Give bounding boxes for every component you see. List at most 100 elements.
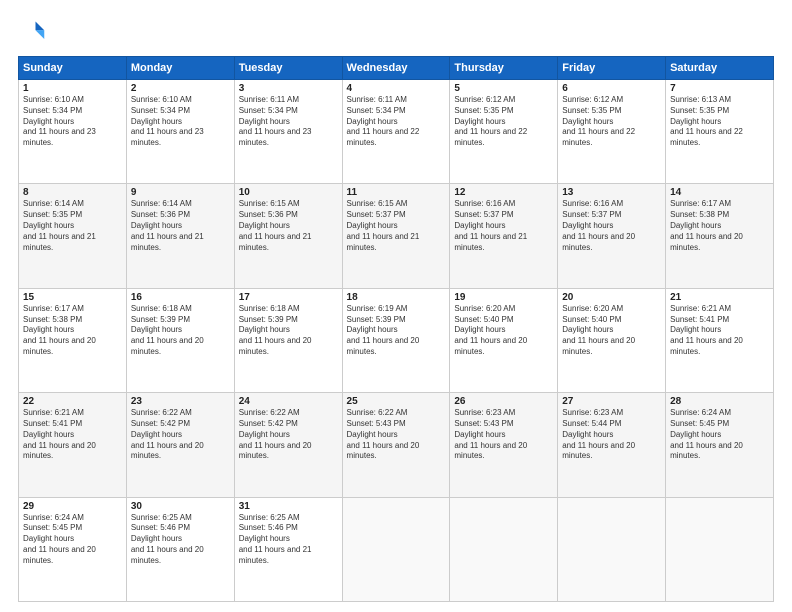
calendar-cell: 29Sunrise: 6:24 AMSunset: 5:45 PMDayligh… bbox=[19, 497, 127, 601]
calendar-cell: 16Sunrise: 6:18 AMSunset: 5:39 PMDayligh… bbox=[126, 288, 234, 392]
day-number: 24 bbox=[239, 396, 338, 407]
day-info: Sunrise: 6:18 AMSunset: 5:39 PMDaylight … bbox=[131, 304, 230, 358]
day-info: Sunrise: 6:12 AMSunset: 5:35 PMDaylight … bbox=[454, 95, 553, 149]
day-number: 13 bbox=[562, 187, 661, 198]
day-info: Sunrise: 6:25 AMSunset: 5:46 PMDaylight … bbox=[239, 513, 338, 567]
day-number: 25 bbox=[347, 396, 446, 407]
page: SundayMondayTuesdayWednesdayThursdayFrid… bbox=[0, 0, 792, 612]
calendar-cell: 22Sunrise: 6:21 AMSunset: 5:41 PMDayligh… bbox=[19, 393, 127, 497]
calendar-cell: 10Sunrise: 6:15 AMSunset: 5:36 PMDayligh… bbox=[234, 184, 342, 288]
day-info: Sunrise: 6:11 AMSunset: 5:34 PMDaylight … bbox=[239, 95, 338, 149]
day-info: Sunrise: 6:20 AMSunset: 5:40 PMDaylight … bbox=[454, 304, 553, 358]
day-number: 31 bbox=[239, 501, 338, 512]
calendar-cell: 2Sunrise: 6:10 AMSunset: 5:34 PMDaylight… bbox=[126, 80, 234, 184]
calendar-cell: 26Sunrise: 6:23 AMSunset: 5:43 PMDayligh… bbox=[450, 393, 558, 497]
calendar-cell: 25Sunrise: 6:22 AMSunset: 5:43 PMDayligh… bbox=[342, 393, 450, 497]
day-number: 16 bbox=[131, 292, 230, 303]
day-info: Sunrise: 6:24 AMSunset: 5:45 PMDaylight … bbox=[670, 408, 769, 462]
day-number: 27 bbox=[562, 396, 661, 407]
calendar-cell: 17Sunrise: 6:18 AMSunset: 5:39 PMDayligh… bbox=[234, 288, 342, 392]
day-number: 26 bbox=[454, 396, 553, 407]
day-number: 9 bbox=[131, 187, 230, 198]
calendar-cell: 3Sunrise: 6:11 AMSunset: 5:34 PMDaylight… bbox=[234, 80, 342, 184]
day-number: 20 bbox=[562, 292, 661, 303]
day-number: 23 bbox=[131, 396, 230, 407]
calendar-cell: 31Sunrise: 6:25 AMSunset: 5:46 PMDayligh… bbox=[234, 497, 342, 601]
day-info: Sunrise: 6:14 AMSunset: 5:35 PMDaylight … bbox=[23, 199, 122, 253]
day-info: Sunrise: 6:11 AMSunset: 5:34 PMDaylight … bbox=[347, 95, 446, 149]
day-info: Sunrise: 6:15 AMSunset: 5:37 PMDaylight … bbox=[347, 199, 446, 253]
day-info: Sunrise: 6:23 AMSunset: 5:43 PMDaylight … bbox=[454, 408, 553, 462]
calendar-week-row: 1Sunrise: 6:10 AMSunset: 5:34 PMDaylight… bbox=[19, 80, 774, 184]
calendar-cell: 4Sunrise: 6:11 AMSunset: 5:34 PMDaylight… bbox=[342, 80, 450, 184]
day-number: 29 bbox=[23, 501, 122, 512]
calendar-cell: 9Sunrise: 6:14 AMSunset: 5:36 PMDaylight… bbox=[126, 184, 234, 288]
day-number: 5 bbox=[454, 83, 553, 94]
day-info: Sunrise: 6:20 AMSunset: 5:40 PMDaylight … bbox=[562, 304, 661, 358]
calendar-cell: 1Sunrise: 6:10 AMSunset: 5:34 PMDaylight… bbox=[19, 80, 127, 184]
calendar-cell: 27Sunrise: 6:23 AMSunset: 5:44 PMDayligh… bbox=[558, 393, 666, 497]
day-info: Sunrise: 6:10 AMSunset: 5:34 PMDaylight … bbox=[131, 95, 230, 149]
day-info: Sunrise: 6:21 AMSunset: 5:41 PMDaylight … bbox=[670, 304, 769, 358]
day-number: 17 bbox=[239, 292, 338, 303]
calendar-cell: 7Sunrise: 6:13 AMSunset: 5:35 PMDaylight… bbox=[666, 80, 774, 184]
calendar-cell: 21Sunrise: 6:21 AMSunset: 5:41 PMDayligh… bbox=[666, 288, 774, 392]
day-info: Sunrise: 6:17 AMSunset: 5:38 PMDaylight … bbox=[670, 199, 769, 253]
calendar-cell: 6Sunrise: 6:12 AMSunset: 5:35 PMDaylight… bbox=[558, 80, 666, 184]
weekday-header: Sunday bbox=[19, 57, 127, 80]
calendar-cell: 14Sunrise: 6:17 AMSunset: 5:38 PMDayligh… bbox=[666, 184, 774, 288]
day-info: Sunrise: 6:16 AMSunset: 5:37 PMDaylight … bbox=[454, 199, 553, 253]
calendar-cell: 8Sunrise: 6:14 AMSunset: 5:35 PMDaylight… bbox=[19, 184, 127, 288]
day-info: Sunrise: 6:14 AMSunset: 5:36 PMDaylight … bbox=[131, 199, 230, 253]
calendar-cell: 15Sunrise: 6:17 AMSunset: 5:38 PMDayligh… bbox=[19, 288, 127, 392]
day-info: Sunrise: 6:18 AMSunset: 5:39 PMDaylight … bbox=[239, 304, 338, 358]
day-info: Sunrise: 6:19 AMSunset: 5:39 PMDaylight … bbox=[347, 304, 446, 358]
calendar-cell: 13Sunrise: 6:16 AMSunset: 5:37 PMDayligh… bbox=[558, 184, 666, 288]
calendar-cell: 30Sunrise: 6:25 AMSunset: 5:46 PMDayligh… bbox=[126, 497, 234, 601]
day-info: Sunrise: 6:22 AMSunset: 5:43 PMDaylight … bbox=[347, 408, 446, 462]
calendar-cell: 23Sunrise: 6:22 AMSunset: 5:42 PMDayligh… bbox=[126, 393, 234, 497]
day-number: 6 bbox=[562, 83, 661, 94]
day-info: Sunrise: 6:15 AMSunset: 5:36 PMDaylight … bbox=[239, 199, 338, 253]
day-number: 14 bbox=[670, 187, 769, 198]
calendar-cell: 12Sunrise: 6:16 AMSunset: 5:37 PMDayligh… bbox=[450, 184, 558, 288]
day-number: 28 bbox=[670, 396, 769, 407]
header bbox=[18, 18, 774, 46]
calendar-week-row: 22Sunrise: 6:21 AMSunset: 5:41 PMDayligh… bbox=[19, 393, 774, 497]
day-number: 22 bbox=[23, 396, 122, 407]
calendar-cell: 20Sunrise: 6:20 AMSunset: 5:40 PMDayligh… bbox=[558, 288, 666, 392]
day-info: Sunrise: 6:17 AMSunset: 5:38 PMDaylight … bbox=[23, 304, 122, 358]
day-info: Sunrise: 6:10 AMSunset: 5:34 PMDaylight … bbox=[23, 95, 122, 149]
weekday-header: Wednesday bbox=[342, 57, 450, 80]
calendar-header-row: SundayMondayTuesdayWednesdayThursdayFrid… bbox=[19, 57, 774, 80]
day-number: 3 bbox=[239, 83, 338, 94]
calendar-table: SundayMondayTuesdayWednesdayThursdayFrid… bbox=[18, 56, 774, 602]
day-info: Sunrise: 6:21 AMSunset: 5:41 PMDaylight … bbox=[23, 408, 122, 462]
day-info: Sunrise: 6:22 AMSunset: 5:42 PMDaylight … bbox=[239, 408, 338, 462]
day-number: 21 bbox=[670, 292, 769, 303]
weekday-header: Thursday bbox=[450, 57, 558, 80]
calendar-week-row: 29Sunrise: 6:24 AMSunset: 5:45 PMDayligh… bbox=[19, 497, 774, 601]
calendar-cell: 18Sunrise: 6:19 AMSunset: 5:39 PMDayligh… bbox=[342, 288, 450, 392]
day-info: Sunrise: 6:24 AMSunset: 5:45 PMDaylight … bbox=[23, 513, 122, 567]
day-info: Sunrise: 6:16 AMSunset: 5:37 PMDaylight … bbox=[562, 199, 661, 253]
calendar-cell: 24Sunrise: 6:22 AMSunset: 5:42 PMDayligh… bbox=[234, 393, 342, 497]
calendar-cell bbox=[558, 497, 666, 601]
day-number: 1 bbox=[23, 83, 122, 94]
day-number: 4 bbox=[347, 83, 446, 94]
day-number: 19 bbox=[454, 292, 553, 303]
day-number: 12 bbox=[454, 187, 553, 198]
day-info: Sunrise: 6:22 AMSunset: 5:42 PMDaylight … bbox=[131, 408, 230, 462]
weekday-header: Tuesday bbox=[234, 57, 342, 80]
day-info: Sunrise: 6:23 AMSunset: 5:44 PMDaylight … bbox=[562, 408, 661, 462]
day-number: 10 bbox=[239, 187, 338, 198]
day-number: 15 bbox=[23, 292, 122, 303]
day-info: Sunrise: 6:13 AMSunset: 5:35 PMDaylight … bbox=[670, 95, 769, 149]
calendar-cell bbox=[450, 497, 558, 601]
day-info: Sunrise: 6:25 AMSunset: 5:46 PMDaylight … bbox=[131, 513, 230, 567]
calendar-cell: 11Sunrise: 6:15 AMSunset: 5:37 PMDayligh… bbox=[342, 184, 450, 288]
day-number: 7 bbox=[670, 83, 769, 94]
weekday-header: Saturday bbox=[666, 57, 774, 80]
day-number: 2 bbox=[131, 83, 230, 94]
day-number: 8 bbox=[23, 187, 122, 198]
